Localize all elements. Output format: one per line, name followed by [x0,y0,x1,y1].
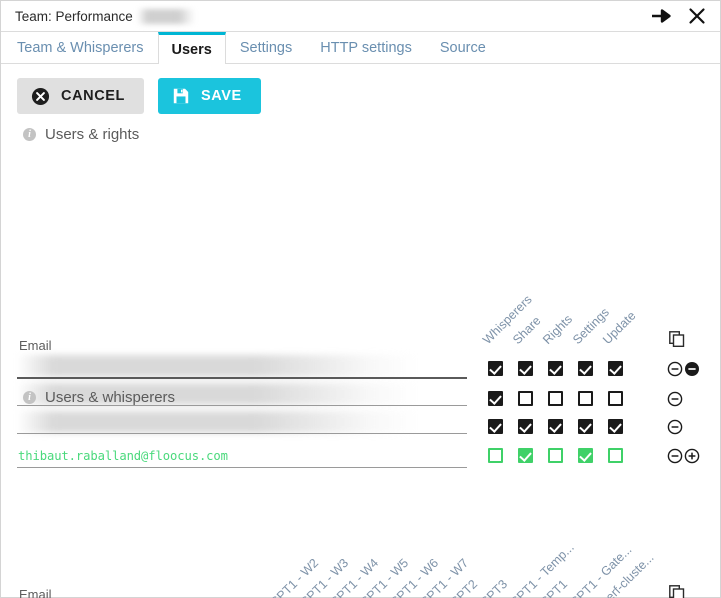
info-icon: i [23,391,36,404]
tab-settings[interactable]: Settings [226,32,306,63]
email-column-header: Email [19,587,52,598]
checkbox-r1-share[interactable] [518,361,533,376]
window-title-redacted-text [136,8,195,24]
email-input-value[interactable]: thibaut.raballand@floocus.com [18,449,228,463]
save-button[interactable]: SAVE [158,78,261,114]
checkbox-r4-rights[interactable] [548,448,563,463]
column-header-rights: Rights [540,312,576,347]
cancel-button[interactable]: CANCEL [17,78,145,114]
checkbox-r1-rights[interactable] [548,361,563,376]
tab-source[interactable]: Source [426,32,500,63]
team-settings-window: Team: Performance Team & Whisperers User… [0,0,721,598]
tab-team-whisperers[interactable]: Team & Whisperers [3,32,158,63]
checkbox-r2-update[interactable] [608,391,623,406]
pin-icon[interactable] [650,7,672,25]
checkbox-r3-share[interactable] [518,419,533,434]
save-button-label: SAVE [201,88,242,104]
action-toolbar: CANCEL SAVE [1,64,720,114]
checkbox-r3-rights[interactable] [548,419,563,434]
tab-users[interactable]: Users [157,32,226,64]
section-heading-users-whisperers: i Users & whisperers [1,377,175,406]
remove-circle-filled-icon[interactable] [684,361,700,377]
remove-circle-outline-icon[interactable] [667,391,683,407]
redacted-email [17,355,417,377]
floppy-disk-icon [172,87,190,105]
window-titlebar: Team: Performance [1,1,720,32]
section-title: Users & rights [45,126,140,143]
remove-circle-outline-icon[interactable] [667,448,683,464]
tab-label: Settings [239,40,293,56]
checkbox-r2-whisperers[interactable] [488,391,503,406]
tab-label: Users [171,41,212,58]
checkbox-r1-whisperers[interactable] [488,361,503,376]
checkbox-r4-settings[interactable] [578,448,593,463]
checkbox-r1-update[interactable] [608,361,623,376]
checkbox-r4-share[interactable] [518,448,533,463]
row-divider [17,433,467,434]
copy-icon[interactable] [669,585,685,598]
checkbox-r3-whisperers[interactable] [488,419,503,434]
checkbox-r4-whisperers[interactable] [488,448,503,463]
checkbox-r2-rights[interactable] [548,391,563,406]
section-heading-users-rights: i Users & rights [1,114,720,143]
window-controls [650,7,714,25]
window-title: Team: Performance [15,8,133,24]
tab-label: Source [439,40,486,56]
cancel-button-label: CANCEL [61,88,126,104]
email-column-header: Email [19,338,52,353]
add-circle-outline-icon[interactable] [684,448,700,464]
tab-label: HTTP settings [320,40,412,56]
row-divider [17,467,467,468]
tab-http-settings[interactable]: HTTP settings [306,32,426,63]
checkbox-r3-settings[interactable] [578,419,593,434]
cancel-circle-icon [31,87,50,106]
checkbox-r4-update[interactable] [608,448,623,463]
redacted-email [17,411,417,433]
close-icon[interactable] [688,7,706,25]
tab-bar: Team & Whisperers Users Settings HTTP se… [1,32,720,64]
section-title: Users & whisperers [45,389,176,406]
checkbox-r3-update[interactable] [608,419,623,434]
remove-circle-outline-icon[interactable] [667,361,683,377]
remove-circle-outline-icon[interactable] [667,419,683,435]
column-header-spt3: SPT3 [478,576,511,598]
info-icon: i [23,128,36,141]
checkbox-r2-settings[interactable] [578,391,593,406]
checkbox-r2-share[interactable] [518,391,533,406]
tab-label: Team & Whisperers [17,40,144,56]
copy-icon[interactable] [669,331,685,347]
checkbox-r1-settings[interactable] [578,361,593,376]
